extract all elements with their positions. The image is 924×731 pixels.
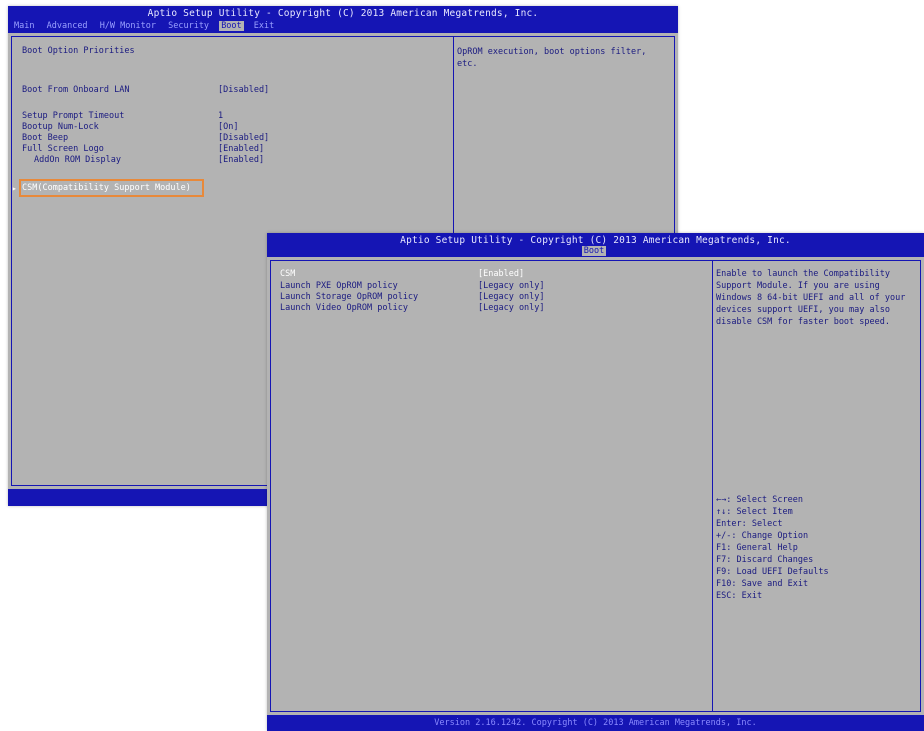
help-text-line: etc. [457, 59, 478, 69]
key-help-general-help: F1: General Help [716, 543, 798, 553]
window-title: Aptio Setup Utility - Copyright (C) 2013… [400, 235, 791, 246]
tab-advanced[interactable]: Advanced [45, 21, 90, 31]
option-csm[interactable]: CSM [280, 269, 295, 279]
help-text-line: Enable to launch the Compatibility [716, 269, 890, 279]
key-help-change-option: +/-: Change Option [716, 531, 809, 541]
tab-bar: Main Advanced H/W Monitor Security Boot … [12, 21, 279, 31]
tab-boot[interactable]: Boot [219, 21, 244, 31]
content-panel: CSM [Enabled] Launch PXE OpROM policy [L… [270, 260, 921, 712]
key-help-discard-changes: F7: Discard Changes [716, 555, 814, 565]
help-text-line: Windows 8 64-bit UEFI and all of your [716, 293, 906, 303]
option-bootup-num-lock[interactable]: Bootup Num-Lock [22, 122, 99, 132]
header-bar: Aptio Setup Utility - Copyright (C) 2013… [8, 6, 678, 33]
option-value[interactable]: [Legacy only] [478, 303, 545, 313]
option-value[interactable]: [Disabled] [218, 133, 269, 143]
key-help-select-item: ↑↓: Select Item [716, 507, 793, 517]
option-value[interactable]: 1 [218, 111, 223, 121]
tab-exit[interactable]: Exit [252, 21, 276, 31]
option-full-screen-logo[interactable]: Full Screen Logo [22, 144, 104, 154]
option-value[interactable]: [Legacy only] [478, 292, 545, 302]
option-value[interactable]: [Enabled] [218, 155, 264, 165]
footer-version: Version 2.16.1242. Copyright (C) 2013 Am… [267, 715, 924, 731]
option-addon-rom-display[interactable]: AddOn ROM Display [34, 155, 121, 165]
option-launch-pxe-oprom-policy[interactable]: Launch PXE OpROM policy [280, 281, 398, 291]
section-title: Boot Option Priorities [22, 46, 135, 56]
option-launch-video-oprom-policy[interactable]: Launch Video OpROM policy [280, 303, 408, 313]
help-text-line: disable CSM for faster boot speed. [716, 317, 890, 327]
option-value[interactable]: [Enabled] [218, 144, 264, 154]
window-title: Aptio Setup Utility - Copyright (C) 2013… [147, 8, 539, 19]
tab-bar: Boot [267, 246, 924, 256]
option-boot-beep[interactable]: Boot Beep [22, 133, 68, 143]
key-help-select-screen: ←→: Select Screen [716, 495, 803, 505]
option-boot-from-onboard-lan[interactable]: Boot From Onboard LAN [22, 85, 129, 95]
help-text-line: devices support UEFI, you may also [716, 305, 890, 315]
submenu-csm[interactable]: CSM(Compatibility Support Module) [22, 183, 191, 193]
key-help-exit: ESC: Exit [716, 591, 763, 601]
key-help-load-defaults: F9: Load UEFI Defaults [716, 567, 829, 577]
panel-divider [712, 261, 713, 711]
option-value[interactable]: [On] [218, 122, 238, 132]
option-setup-prompt-timeout[interactable]: Setup Prompt Timeout [22, 111, 124, 121]
key-help-enter: Enter: Select [716, 519, 783, 529]
csm-setup-window: Aptio Setup Utility - Copyright (C) 2013… [267, 233, 924, 731]
tab-hw-monitor[interactable]: H/W Monitor [98, 21, 158, 31]
option-value-selected[interactable]: [Enabled] [478, 269, 524, 279]
option-value[interactable]: [Legacy only] [478, 281, 545, 291]
header-bar: Aptio Setup Utility - Copyright (C) 2013… [267, 233, 924, 257]
option-launch-storage-oprom-policy[interactable]: Launch Storage OpROM policy [280, 292, 418, 302]
tab-boot[interactable]: Boot [581, 246, 607, 256]
key-help-save-exit: F10: Save and Exit [716, 579, 809, 589]
tab-security[interactable]: Security [166, 21, 211, 31]
help-text-line: Support Module. If you are using [716, 281, 880, 291]
submenu-arrow-icon: ▸ [12, 184, 17, 193]
tab-main[interactable]: Main [12, 21, 36, 31]
option-value[interactable]: [Disabled] [218, 85, 269, 95]
help-text-line: OpROM execution, boot options filter, [457, 47, 647, 57]
